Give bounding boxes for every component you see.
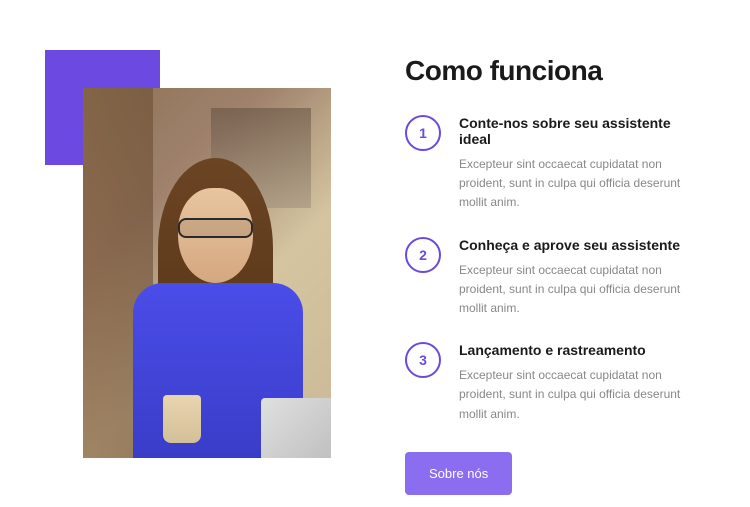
image-section bbox=[45, 50, 330, 457]
step-title: Lançamento e rastreamento bbox=[459, 342, 705, 358]
step-item: 2 Conheça e aprove seu assistente Except… bbox=[405, 237, 705, 319]
step-number-badge: 2 bbox=[405, 237, 441, 273]
step-description: Excepteur sint occaecat cupidatat non pr… bbox=[459, 366, 705, 424]
step-item: 3 Lançamento e rastreamento Excepteur si… bbox=[405, 342, 705, 424]
step-title: Conheça e aprove seu assistente bbox=[459, 237, 705, 253]
section-heading: Como funciona bbox=[405, 55, 705, 87]
step-description: Excepteur sint occaecat cupidatat non pr… bbox=[459, 261, 705, 319]
step-title: Conte-nos sobre seu assistente ideal bbox=[459, 115, 705, 147]
step-content: Conheça e aprove seu assistente Excepteu… bbox=[459, 237, 705, 319]
steps-list: 1 Conte-nos sobre seu assistente ideal E… bbox=[405, 115, 705, 424]
step-number-badge: 3 bbox=[405, 342, 441, 378]
photo-laptop bbox=[261, 398, 331, 458]
step-number-badge: 1 bbox=[405, 115, 441, 151]
step-description: Excepteur sint occaecat cupidatat non pr… bbox=[459, 155, 705, 213]
photo-coffee-cup bbox=[163, 395, 201, 443]
step-item: 1 Conte-nos sobre seu assistente ideal E… bbox=[405, 115, 705, 213]
step-content: Conte-nos sobre seu assistente ideal Exc… bbox=[459, 115, 705, 213]
hero-photo bbox=[83, 88, 331, 458]
about-us-button[interactable]: Sobre nós bbox=[405, 452, 512, 495]
photo-person-glasses bbox=[178, 218, 253, 238]
content-section: Como funciona 1 Conte-nos sobre seu assi… bbox=[330, 50, 705, 457]
step-content: Lançamento e rastreamento Excepteur sint… bbox=[459, 342, 705, 424]
